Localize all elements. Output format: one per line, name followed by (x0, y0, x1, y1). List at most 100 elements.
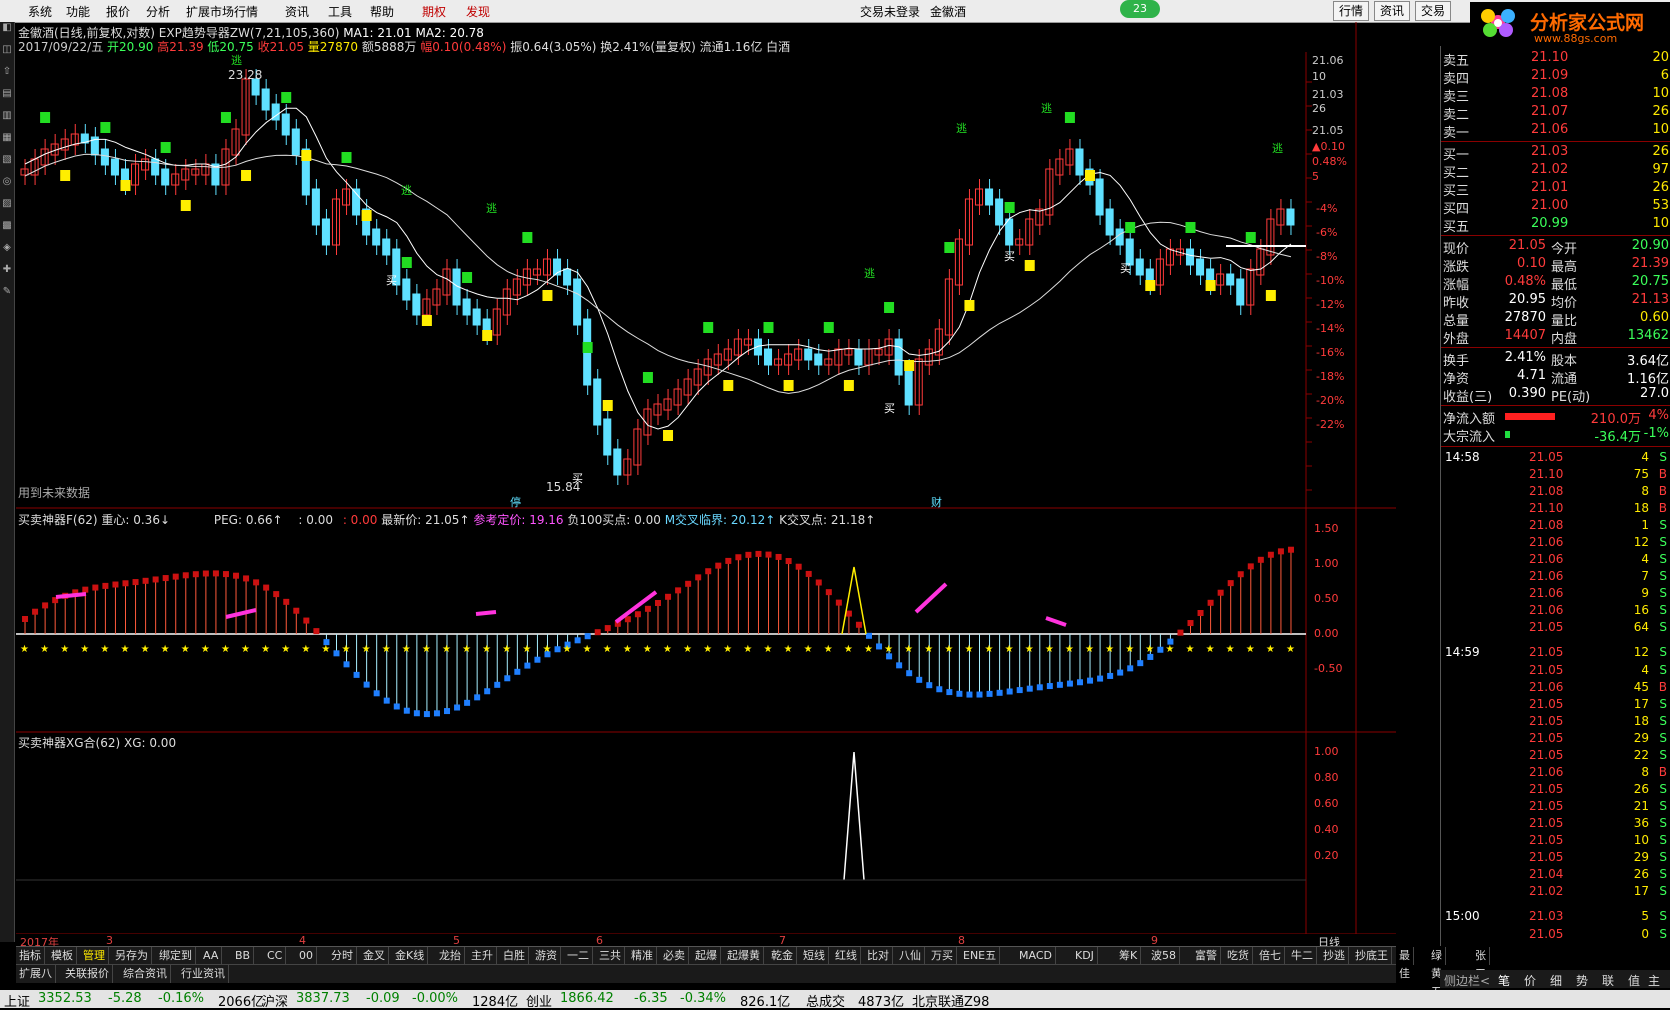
indicator-tab[interactable]: ENE五 (960, 947, 1001, 965)
indicator-tab[interactable]: 指标 (16, 947, 45, 965)
tick-row[interactable]: 21.05 18 S (1441, 714, 1670, 732)
kline-chart[interactable]: 逃逃逃逃逃逃逃买买买买买停 财21.061021.032621.05▲0.100.… (16, 22, 1396, 934)
tab-link[interactable]: 联 (1602, 972, 1614, 989)
bid-row[interactable]: 买五 20.99 10 (1441, 216, 1670, 235)
indicator-tab[interactable]: 乾金 (768, 947, 797, 965)
indicator-tab[interactable]: 抄逃 (1320, 947, 1349, 965)
indicator-tab[interactable]: 金叉 (360, 947, 389, 965)
indicator-tab[interactable]: AA (200, 947, 223, 965)
ask-row[interactable]: 卖二 21.07 26 (1441, 104, 1670, 123)
extension-tab[interactable]: 行业资讯 (178, 965, 229, 983)
tick-row[interactable]: 21.06 16 S (1441, 603, 1670, 621)
indicator-tab[interactable]: 另存为 (112, 947, 152, 965)
indicator-tab[interactable]: 分时 (328, 947, 357, 965)
tab-main[interactable]: 主 (1648, 972, 1660, 989)
extension-tab[interactable]: 关联报价 (62, 965, 113, 983)
tick-row[interactable]: 14:59 21.05 12 S (1441, 645, 1670, 663)
toolbar-icon[interactable]: ▤ (0, 88, 14, 110)
indicator-tab[interactable]: 波58 (1148, 947, 1180, 965)
toolbar-icon[interactable]: ✚ (0, 264, 14, 286)
bid-row[interactable]: 买二 21.02 97 (1441, 162, 1670, 181)
toolbar-icon[interactable]: ✎ (0, 286, 14, 308)
menu-tools[interactable]: 工具 (328, 3, 352, 20)
tab-ticks[interactable]: 笔 (1498, 972, 1510, 989)
menu-help[interactable]: 帮助 (370, 3, 394, 20)
indicator-tab[interactable]: 短线 (800, 947, 829, 965)
tick-row[interactable]: 21.06 12 S (1441, 535, 1670, 553)
toolbar-icon[interactable]: ◎ (0, 176, 14, 198)
ask-row[interactable]: 卖三 21.08 10 (1441, 86, 1670, 105)
indicator-tab[interactable]: 游资 (532, 947, 561, 965)
tab-detail[interactable]: 细 (1550, 972, 1562, 989)
hs-index-name[interactable]: 沪深 (262, 991, 288, 1010)
tick-row[interactable]: 21.06 8 B (1441, 765, 1670, 783)
bid-row[interactable]: 买一 21.03 26 (1441, 144, 1670, 163)
indicator-tab[interactable]: 红线 (832, 947, 861, 965)
tick-row[interactable]: 15:00 21.03 5 S (1441, 909, 1670, 927)
indicator-tab[interactable]: 绑定到 (156, 947, 196, 965)
indicator-tab[interactable]: 抄底王 (1352, 947, 1392, 965)
indicator-tab[interactable]: 金K线 (392, 947, 429, 965)
menu-news[interactable]: 资讯 (285, 3, 309, 20)
extension-tab[interactable]: 综合资讯 (120, 965, 171, 983)
indicator-tab[interactable]: 白胜 (500, 947, 529, 965)
indicator-tab[interactable]: 张五 (1472, 947, 1490, 980)
menu-analysis[interactable]: 分析 (146, 3, 170, 20)
tick-row[interactable]: 21.06 45 B (1441, 680, 1670, 698)
quote-button[interactable]: 行情 (1333, 1, 1370, 21)
indicator-tab[interactable]: 主升 (468, 947, 497, 965)
indicator-tab[interactable]: 吃货 (1224, 947, 1253, 965)
tick-row[interactable]: 21.05 26 S (1441, 782, 1670, 800)
extension-tab[interactable]: 扩展八 (16, 965, 56, 983)
indicator-tab[interactable]: 管理 (80, 947, 109, 965)
notification-badge[interactable]: 23 (1120, 0, 1160, 18)
sidebar-toggle[interactable]: 侧边栏< (1444, 972, 1490, 989)
toolbar-icon[interactable]: ▧ (0, 154, 14, 176)
news-button[interactable]: 资讯 (1374, 1, 1411, 21)
sh-index-name[interactable]: 上证 (4, 991, 30, 1010)
tick-row[interactable]: 14:58 21.05 4 S (1441, 450, 1670, 468)
indicator-tab[interactable]: 牛二 (1288, 947, 1317, 965)
ask-row[interactable]: 卖四 21.09 6 (1441, 68, 1670, 87)
tab-trend[interactable]: 势 (1576, 972, 1588, 989)
indicator-tab[interactable]: 00 (296, 947, 317, 965)
tick-row[interactable]: 21.08 8 B (1441, 484, 1670, 502)
menu-system[interactable]: 系统 (28, 3, 52, 20)
toolbar-icon[interactable]: ▨ (0, 198, 14, 220)
indicator-tab[interactable]: 必卖 (660, 947, 689, 965)
indicator-tab[interactable]: 三共 (596, 947, 625, 965)
menu-quote[interactable]: 报价 (106, 3, 130, 20)
tick-row[interactable]: 21.10 75 B (1441, 467, 1670, 485)
indicator-tab[interactable]: CC (264, 947, 287, 965)
chart-area[interactable]: 逃逃逃逃逃逃逃买买买买买停财 21.06 10 21.03 26 21.05 ▲0.10 0.… (16, 22, 1396, 942)
toolbar-icon[interactable]: ▥ (0, 110, 14, 132)
bid-row[interactable]: 买四 21.00 53 (1441, 198, 1670, 217)
indicator-tab[interactable]: 模板 (48, 947, 77, 965)
indicator-tab[interactable]: 一二 (564, 947, 593, 965)
tab-price[interactable]: 价 (1524, 972, 1536, 989)
toolbar-icon[interactable]: ⇧ (0, 66, 14, 88)
toolbar-icon[interactable]: ▩ (0, 220, 14, 242)
tick-row[interactable]: 21.02 17 S (1441, 884, 1670, 902)
menu-function[interactable]: 功能 (66, 3, 90, 20)
indicator-tab[interactable]: 八仙 (896, 947, 925, 965)
indicator-tab[interactable]: KDJ (1072, 947, 1098, 965)
indicator-tab[interactable]: 富警 (1192, 947, 1221, 965)
tick-row[interactable]: 21.10 18 B (1441, 501, 1670, 519)
tick-row[interactable]: 21.05 10 S (1441, 833, 1670, 851)
indicator-tab[interactable]: 起爆 (692, 947, 721, 965)
tick-row[interactable]: 21.04 26 S (1441, 867, 1670, 885)
indicator-tab[interactable]: 绿黄五 (1428, 947, 1446, 998)
indicator-tab[interactable]: 最佳 (1396, 947, 1414, 980)
indicator-tab[interactable]: 龙抬 (436, 947, 465, 965)
tab-value[interactable]: 值 (1628, 972, 1640, 989)
tick-row[interactable]: 21.06 9 S (1441, 586, 1670, 604)
cy-index-name[interactable]: 创业 (526, 991, 552, 1010)
menu-options[interactable]: 期权 (422, 3, 446, 20)
tick-row[interactable]: 21.05 64 S (1441, 620, 1670, 638)
tick-row[interactable]: 21.05 21 S (1441, 799, 1670, 817)
indicator-tab[interactable]: 起爆黄 (724, 947, 764, 965)
tick-row[interactable]: 21.08 1 S (1441, 518, 1670, 536)
toolbar-icon[interactable]: ▦ (0, 132, 14, 154)
tick-row[interactable]: 21.05 4 S (1441, 663, 1670, 681)
